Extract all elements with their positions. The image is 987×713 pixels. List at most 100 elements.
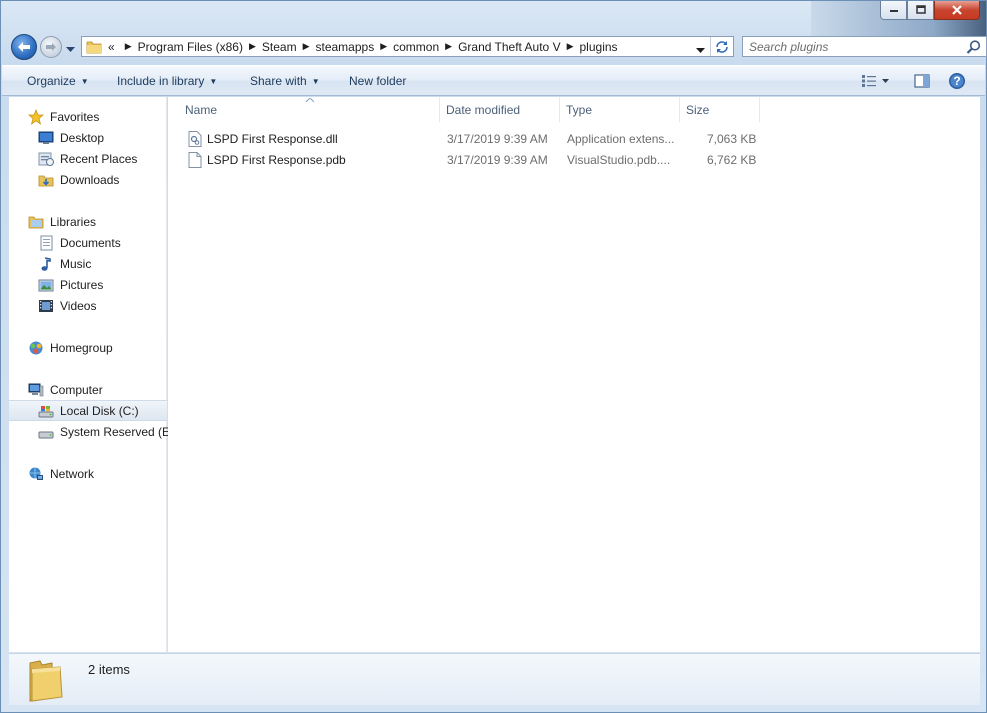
videos-icon <box>39 299 53 312</box>
column-header-label: Size <box>686 102 710 117</box>
sidebar-item-label: Homegroup <box>50 340 113 355</box>
sidebar-item-system-reserved-e[interactable]: System Reserved (E:) <box>9 421 177 442</box>
file-size: 7,063 KB <box>707 131 757 146</box>
preview-pane-icon <box>914 74 930 88</box>
address-history-dropdown[interactable] <box>696 43 705 57</box>
network-icon <box>29 467 43 480</box>
help-icon: ? <box>949 73 965 89</box>
sidebar-item-label: Recent Places <box>60 151 138 166</box>
column-header-label: Date modified <box>446 102 521 117</box>
breadcrumb-separator-icon[interactable]: ▶ <box>445 41 452 52</box>
close-button[interactable] <box>934 1 980 20</box>
sidebar-item-recent-places[interactable]: Recent Places <box>9 148 167 169</box>
details-pane: 2 items <box>9 653 980 705</box>
file-type: Application extens... <box>567 131 675 146</box>
search-box <box>742 36 987 57</box>
sidebar-item-homegroup[interactable]: Homegroup <box>9 337 167 358</box>
column-header-label: Name <box>185 102 218 117</box>
sidebar-item-videos[interactable]: Videos <box>9 295 167 316</box>
search-input[interactable] <box>743 37 966 56</box>
sidebar-item-label: Computer <box>50 382 103 397</box>
column-header-label: Type <box>566 102 593 117</box>
command-bar: Organize ▼ Include in library ▼ Share wi… <box>2 65 985 96</box>
file-name: LSPD First Response.dll <box>207 131 338 146</box>
minimize-icon <box>889 10 898 12</box>
breadcrumb-item[interactable]: common <box>393 40 439 54</box>
sidebar-item-network[interactable]: Network <box>9 463 167 484</box>
sidebar-item-local-disk-c[interactable]: Local Disk (C:) <box>9 400 167 421</box>
column-header-size[interactable]: Size <box>680 97 760 122</box>
help-button[interactable]: ? <box>946 71 968 91</box>
change-view-button[interactable] <box>857 71 897 91</box>
breadcrumb-item[interactable]: Steam <box>262 40 297 54</box>
file-row[interactable]: LSPD First Response.dll 3/17/2019 9:39 A… <box>168 128 768 149</box>
sidebar-item-computer[interactable]: Computer <box>9 379 167 400</box>
breadcrumb-item[interactable]: Grand Theft Auto V <box>458 40 561 54</box>
sidebar-item-label: Libraries <box>50 214 97 229</box>
drive-icon <box>38 405 54 417</box>
maximize-icon <box>915 5 926 14</box>
column-header-date-modified[interactable]: Date modified <box>440 97 560 122</box>
dll-file-icon <box>188 130 202 147</box>
sidebar-item-desktop[interactable]: Desktop <box>9 127 167 148</box>
chevron-down-icon: ▼ <box>80 76 89 86</box>
recent-pages-dropdown[interactable] <box>66 42 75 56</box>
include-in-library-button[interactable]: Include in library ▼ <box>117 74 217 88</box>
desktop-icon <box>38 131 54 144</box>
maximize-button[interactable] <box>907 1 934 20</box>
recent-places-icon <box>38 152 54 166</box>
organize-button[interactable]: Organize ▼ <box>27 74 89 88</box>
file-name-cell: LSPD First Response.pdb <box>188 149 346 170</box>
file-date: 3/17/2019 9:39 AM <box>447 131 548 146</box>
breadcrumb-separator-icon[interactable]: ▶ <box>567 41 574 52</box>
sidebar-item-libraries[interactable]: Libraries <box>9 211 167 232</box>
chevron-down-icon: ▼ <box>311 76 320 86</box>
homegroup-icon <box>29 341 43 354</box>
libraries-icon <box>28 216 44 228</box>
music-icon <box>41 256 51 271</box>
svg-text:?: ? <box>953 74 960 88</box>
sidebar-item-pictures[interactable]: Pictures <box>9 274 167 295</box>
navigation-pane: Favorites Desktop Recent Places Download… <box>9 97 177 652</box>
sidebar-item-documents[interactable]: Documents <box>9 232 167 253</box>
sidebar-item-downloads[interactable]: Downloads <box>9 169 167 190</box>
organize-label: Organize <box>27 74 76 88</box>
sidebar-item-music[interactable]: Music <box>9 253 167 274</box>
back-arrow-icon <box>18 42 30 52</box>
refresh-button[interactable] <box>710 37 733 56</box>
folder-icon <box>86 41 102 53</box>
address-bar[interactable]: « ▶ Program Files (x86) ▶ Steam ▶ steama… <box>81 36 734 57</box>
preview-pane-button[interactable] <box>911 71 933 91</box>
minimize-button[interactable] <box>880 1 907 20</box>
explorer-window: « ▶ Program Files (x86) ▶ Steam ▶ steama… <box>0 0 987 713</box>
new-folder-button[interactable]: New folder <box>349 74 406 88</box>
navigation-bar: « ▶ Program Files (x86) ▶ Steam ▶ steama… <box>9 33 987 60</box>
sidebar-item-label: Pictures <box>60 277 104 292</box>
forward-arrow-icon <box>46 43 56 51</box>
pictures-icon <box>38 279 54 291</box>
share-with-button[interactable]: Share with ▼ <box>250 74 320 88</box>
details-view-icon <box>862 75 876 87</box>
file-name: LSPD First Response.pdb <box>207 152 346 167</box>
search-icon[interactable] <box>966 39 982 55</box>
file-row[interactable]: LSPD First Response.pdb 3/17/2019 9:39 A… <box>168 149 768 170</box>
breadcrumb-separator-icon[interactable]: ▶ <box>125 41 132 52</box>
sidebar-item-label: Desktop <box>60 130 105 145</box>
breadcrumb-item-current[interactable]: plugins <box>580 40 618 54</box>
folder-icon <box>29 660 63 702</box>
breadcrumb-item[interactable]: Program Files (x86) <box>138 40 243 54</box>
breadcrumb-item[interactable]: steamapps <box>316 40 375 54</box>
file-name-cell: LSPD First Response.dll <box>188 128 338 149</box>
breadcrumb-overflow[interactable]: « <box>108 40 115 54</box>
breadcrumb-separator-icon[interactable]: ▶ <box>380 41 387 52</box>
breadcrumb-separator-icon[interactable]: ▶ <box>249 41 256 52</box>
sidebar-item-label: Local Disk (C:) <box>60 403 139 418</box>
column-header-name[interactable]: Name <box>179 97 440 122</box>
forward-button[interactable] <box>40 36 62 58</box>
back-button[interactable] <box>11 34 37 60</box>
window-controls <box>880 1 980 20</box>
column-header-type[interactable]: Type <box>560 97 680 122</box>
chevron-down-icon: ▼ <box>209 76 218 86</box>
breadcrumb-separator-icon[interactable]: ▶ <box>303 41 310 52</box>
sidebar-item-favorites[interactable]: Favorites <box>9 106 167 127</box>
